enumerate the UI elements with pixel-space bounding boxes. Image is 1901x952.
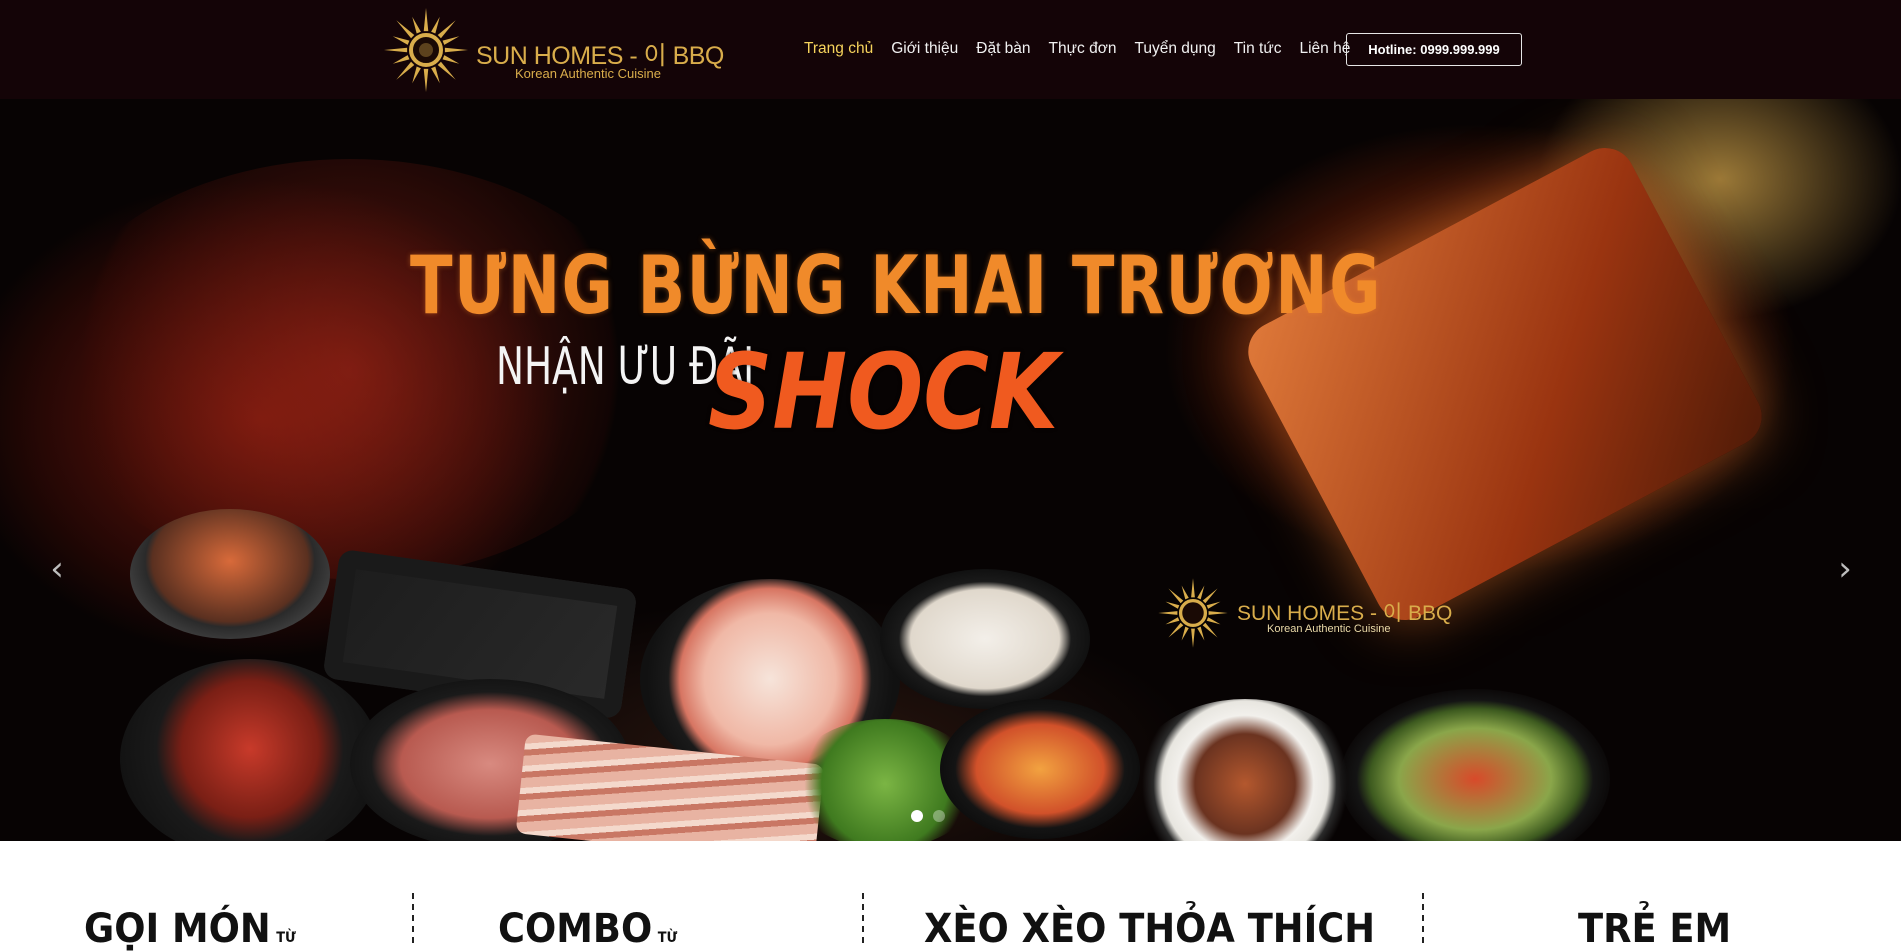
- bibimbap-bowl-image: [130, 509, 330, 639]
- sun-logo-icon: [1158, 578, 1228, 648]
- slide-dot-1[interactable]: [911, 810, 923, 822]
- slide-dot-2[interactable]: [933, 810, 945, 822]
- shrimp-plate-image: [1130, 699, 1360, 841]
- hero-slider: TƯNG BỪNG KHAI TRƯƠNG NHẬN ƯU ĐÃI SHOCK …: [0, 99, 1901, 841]
- chevron-left-icon[interactable]: ‹: [42, 549, 72, 589]
- hero-headline: TƯNG BỪNG KHAI TRƯƠNG: [410, 239, 1382, 332]
- site-logo[interactable]: SUN HOMES - 이 BBQ Korean Authentic Cuisi…: [380, 6, 724, 94]
- hero-logo-tagline: Korean Authentic Cuisine: [1267, 623, 1391, 635]
- nav-item-about[interactable]: Giới thiệu: [891, 40, 958, 58]
- nav-item-home[interactable]: Trang chủ: [804, 40, 873, 58]
- feature-unlimited: XÈO XÈO THỎA THÍCH: [924, 906, 1375, 952]
- feature-suffix: TỪ: [657, 930, 678, 946]
- divider: [1422, 893, 1424, 943]
- steak-image: [1237, 137, 1773, 631]
- feature-suffix: TỪ: [276, 930, 296, 946]
- chevron-right-icon[interactable]: ›: [1830, 549, 1860, 589]
- sun-logo-icon: [384, 8, 468, 92]
- logo-tagline: Korean Authentic Cuisine: [515, 66, 661, 81]
- divider: [412, 893, 414, 943]
- hero-shock-text: SHOCK: [708, 331, 1059, 453]
- spicy-salad-image: [1340, 689, 1610, 841]
- main-nav: Trang chủ Giới thiệu Đặt bàn Thực đơn Tu…: [804, 40, 1368, 58]
- nav-item-careers[interactable]: Tuyển dụng: [1134, 40, 1215, 58]
- nav-item-menu[interactable]: Thực đơn: [1049, 40, 1117, 58]
- site-header: SUN HOMES - 이 BBQ Korean Authentic Cuisi…: [0, 0, 1901, 99]
- feature-title: GỌI MÓN: [84, 906, 271, 952]
- feature-combo: COMBO TỪ: [498, 906, 677, 952]
- nav-item-reservation[interactable]: Đặt bàn: [976, 40, 1030, 58]
- divider: [862, 893, 864, 943]
- hotpot-image: [120, 659, 380, 841]
- feature-title: XÈO XÈO THỎA THÍCH: [924, 906, 1376, 952]
- hotline-button[interactable]: Hotline: 0999.999.999: [1346, 33, 1522, 66]
- nav-item-news[interactable]: Tin tức: [1234, 40, 1282, 58]
- squid-plate-image: [880, 569, 1090, 709]
- feature-kids: TRẺ EM: [1578, 906, 1731, 952]
- feature-title: TRẺ EM: [1578, 906, 1732, 952]
- feature-title: COMBO: [498, 906, 653, 952]
- slider-dots: [911, 810, 945, 822]
- fish-plate-image: [940, 699, 1140, 839]
- nav-item-contact[interactable]: Liên hệ: [1299, 40, 1350, 58]
- hero-brand-logo: SUN HOMES - 이 BBQ Korean Authentic Cuisi…: [1155, 575, 1455, 650]
- feature-a-la-carte: GỌI MÓN TỪ: [84, 906, 296, 952]
